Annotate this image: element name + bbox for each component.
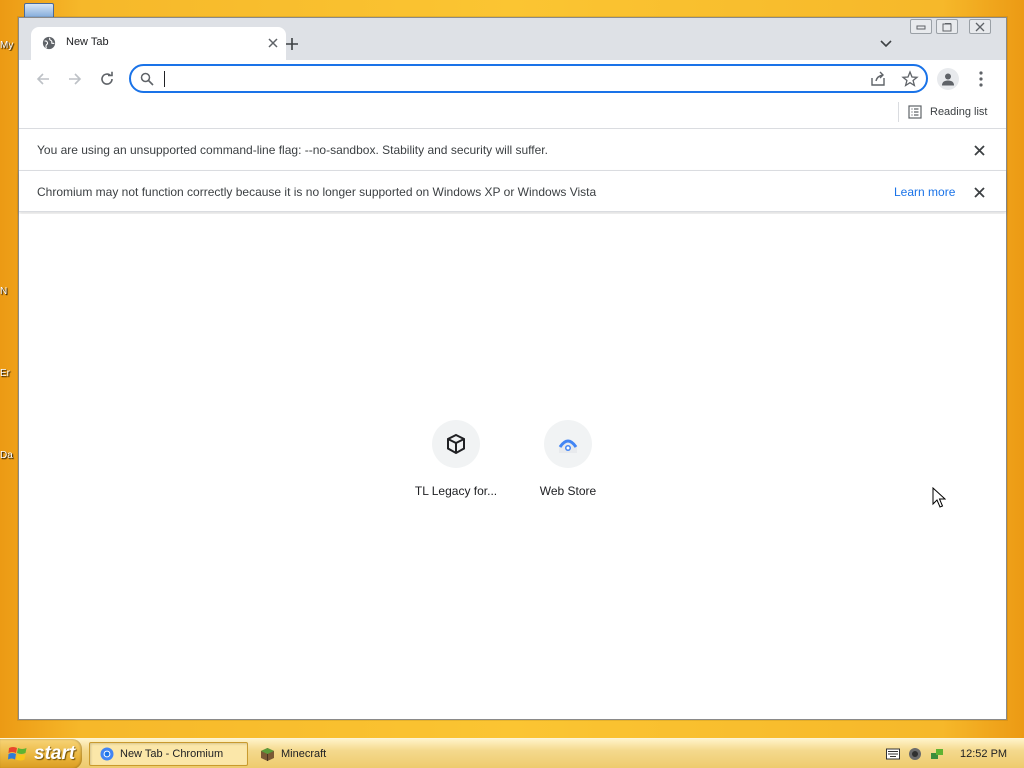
close-icon [973, 186, 985, 198]
tab-close-button[interactable] [264, 34, 282, 52]
taskbar-item-minecraft[interactable]: Minecraft [250, 742, 400, 766]
new-tab-page: TL Legacy for... Web Store [19, 214, 1006, 719]
desktop-icon-label[interactable]: N [0, 286, 18, 297]
web-store-icon [558, 439, 578, 453]
network-icon[interactable] [930, 747, 944, 761]
infobar-unsupported-os: Chromium may not function correctly beca… [19, 170, 1006, 212]
chromium-icon [100, 747, 114, 761]
close-icon [975, 22, 985, 31]
infobar-close-button[interactable] [971, 142, 987, 158]
desktop-icon-label[interactable]: Da [0, 450, 18, 461]
person-icon [942, 73, 954, 86]
minimize-button[interactable] [910, 19, 932, 34]
clock[interactable]: 12:52 PM [960, 748, 1007, 760]
reading-list-label: Reading list [930, 106, 988, 118]
infobar-message: Chromium may not function correctly beca… [37, 185, 597, 199]
mouse-cursor-icon [932, 487, 946, 508]
tab-strip: New Tab [19, 18, 1006, 60]
text-caret [164, 71, 165, 87]
toolbar [19, 60, 1006, 98]
kebab-menu-icon [979, 71, 983, 87]
plus-icon [286, 38, 298, 50]
shortcut-icon-container [544, 420, 592, 468]
taskbar: start New Tab - Chromium Minecraft 12:52… [0, 738, 1024, 768]
desktop-icon-label[interactable]: My [0, 40, 18, 51]
keyboard-icon[interactable] [886, 748, 900, 760]
system-tray: 12:52 PM [880, 739, 1024, 768]
new-tab-button[interactable] [282, 34, 302, 54]
tab-new-tab[interactable]: New Tab [31, 27, 286, 60]
start-button[interactable]: start [0, 739, 82, 768]
close-icon [268, 38, 278, 48]
globe-icon [42, 36, 56, 50]
shortcut-icon-container [432, 420, 480, 468]
minimize-icon [916, 25, 926, 29]
close-window-button[interactable] [969, 19, 991, 34]
browser-window: New Tab Reading list You are using an un… [18, 17, 1007, 720]
arrow-right-icon [69, 73, 82, 85]
start-label: start [34, 743, 76, 764]
shortcut-tile[interactable]: TL Legacy for... [400, 420, 512, 498]
reading-list-button[interactable]: Reading list [908, 102, 987, 122]
infobar-message: You are using an unsupported command-lin… [37, 143, 548, 157]
bookmarks-separator [898, 102, 899, 122]
close-icon [973, 144, 985, 156]
taskbar-item-label: Minecraft [281, 748, 327, 760]
forward-button[interactable] [62, 66, 88, 92]
security-icon[interactable] [908, 747, 922, 761]
omnibox[interactable] [129, 64, 928, 93]
infobar-no-sandbox: You are using an unsupported command-lin… [19, 128, 1006, 170]
tab-search-button[interactable] [877, 35, 895, 53]
shortcut-label: Web Store [539, 484, 597, 498]
reload-button[interactable] [94, 66, 120, 92]
back-button[interactable] [30, 66, 56, 92]
profile-button[interactable] [937, 68, 959, 90]
cube-icon [447, 433, 465, 455]
desktop-icon-label[interactable]: Er [0, 368, 18, 379]
tab-title: New Tab [66, 36, 109, 48]
chevron-down-icon [880, 40, 892, 48]
address-input[interactable] [163, 68, 843, 89]
learn-more-link[interactable]: Learn more [894, 185, 955, 199]
star-icon[interactable] [901, 70, 919, 88]
shortcut-label: TL Legacy for... [414, 484, 498, 498]
share-icon[interactable] [869, 70, 887, 88]
restore-icon [942, 22, 952, 31]
windows-logo-icon [8, 747, 27, 761]
bookmarks-bar: Reading list [19, 98, 1006, 128]
shortcut-tile[interactable]: Web Store [512, 420, 624, 498]
taskbar-item-label: New Tab - Chromium [120, 748, 224, 760]
taskbar-item-chromium[interactable]: New Tab - Chromium [89, 742, 248, 766]
reload-icon [101, 71, 113, 85]
reading-list-icon [908, 105, 922, 119]
search-icon [140, 72, 154, 86]
menu-button[interactable] [971, 68, 991, 90]
arrow-left-icon [36, 73, 49, 85]
maximize-button[interactable] [936, 19, 958, 34]
minecraft-icon [261, 747, 274, 761]
infobar-close-button[interactable] [971, 184, 987, 200]
